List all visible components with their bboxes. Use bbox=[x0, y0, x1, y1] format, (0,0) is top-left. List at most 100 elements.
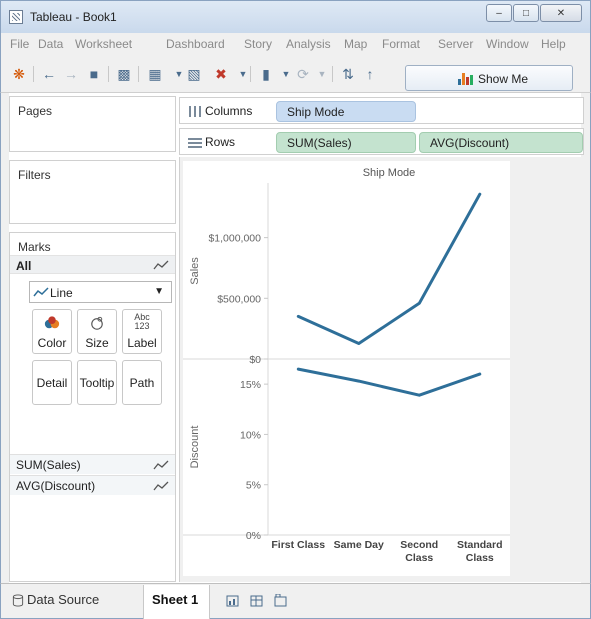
new-story-icon[interactable] bbox=[274, 594, 288, 607]
toolbar-separator bbox=[332, 66, 333, 82]
label-abc-icon: Abc 123 bbox=[134, 312, 150, 331]
menu-window[interactable]: Window bbox=[486, 37, 529, 51]
detail-label: Detail bbox=[36, 376, 68, 390]
size-mark-button[interactable]: Size bbox=[77, 309, 117, 354]
columns-shelf[interactable]: Columns Ship Mode bbox=[179, 97, 584, 124]
axis-tick-label: 10% bbox=[240, 429, 261, 441]
minimize-button[interactable]: – bbox=[486, 4, 512, 22]
menu-server[interactable]: Server bbox=[438, 37, 473, 51]
title-bar: Tableau - Book1 – □ ✕ bbox=[0, 0, 591, 33]
pages-shelf[interactable]: Pages bbox=[9, 96, 176, 152]
tooltip-label: Tooltip bbox=[79, 376, 115, 390]
marks-all-row[interactable]: All bbox=[10, 255, 175, 274]
path-label: Path bbox=[129, 376, 155, 390]
toolbar-separator bbox=[33, 66, 34, 82]
columns-pill-ship-mode[interactable]: Ship Mode bbox=[276, 101, 416, 122]
menu-map[interactable]: Map bbox=[344, 37, 367, 51]
clear-sheet-icon[interactable]: ✖ bbox=[212, 65, 230, 83]
category-label: Class bbox=[466, 552, 494, 564]
marks-all-label: All bbox=[16, 259, 32, 273]
path-mark-button[interactable]: Path bbox=[122, 360, 162, 405]
window-title: Tableau - Book1 bbox=[30, 10, 117, 24]
new-worksheet-icon[interactable]: ▦ bbox=[146, 65, 164, 83]
line-mark-icon bbox=[153, 460, 169, 470]
line-mark-icon bbox=[153, 260, 169, 270]
line-mark-icon bbox=[153, 481, 169, 491]
show-me-label: Show Me bbox=[478, 72, 529, 86]
rows-shelf[interactable]: Rows SUM(Sales) AVG(Discount) bbox=[179, 128, 584, 155]
new-worksheet-icon[interactable] bbox=[226, 594, 240, 607]
menu-help[interactable]: Help bbox=[541, 37, 566, 51]
color-mark-button[interactable]: Color bbox=[32, 309, 72, 354]
column-header-ship-mode: Ship Mode bbox=[363, 167, 416, 179]
rows-pill-sum-sales[interactable]: SUM(Sales) bbox=[276, 132, 416, 153]
axis-tick-label: $0 bbox=[249, 354, 261, 366]
menu-format[interactable]: Format bbox=[382, 37, 420, 51]
menu-worksheet[interactable]: Worksheet bbox=[75, 37, 132, 51]
category-label: First Class bbox=[271, 539, 325, 551]
marks-field-avg-discount[interactable]: AVG(Discount) bbox=[10, 475, 175, 495]
line-chart[interactable]: Ship Mode $0 $500,000 $1,000,000 Sales 0% 5% 10… bbox=[183, 161, 510, 576]
columns-icon bbox=[189, 106, 201, 117]
pause-updates-icon[interactable]: ▮ bbox=[257, 65, 275, 83]
toolbar-separator bbox=[138, 66, 139, 82]
tableau-app-icon bbox=[9, 10, 23, 24]
rows-label: Rows bbox=[205, 135, 236, 149]
axis-tick-label: 0% bbox=[246, 530, 261, 542]
axis-title-sales: Sales bbox=[189, 257, 201, 285]
line-mark-icon bbox=[33, 287, 49, 297]
detail-mark-button[interactable]: Detail bbox=[32, 360, 72, 405]
toolbar-separator bbox=[108, 66, 109, 82]
category-label: Same Day bbox=[334, 539, 384, 551]
dropdown-caret-icon[interactable]: ▼ bbox=[313, 65, 331, 83]
axis-tick-label: $500,000 bbox=[217, 293, 261, 305]
window-controls: – □ ✕ bbox=[485, 4, 582, 22]
menu-dashboard[interactable]: Dashboard bbox=[166, 37, 225, 51]
sort-ascending-icon[interactable]: ↑ bbox=[361, 65, 379, 83]
show-me-button[interactable]: Show Me bbox=[405, 65, 573, 91]
marks-field-sum-sales[interactable]: SUM(Sales) bbox=[10, 454, 175, 474]
tab-sheet-1[interactable]: Sheet 1 bbox=[152, 592, 198, 607]
menu-analysis[interactable]: Analysis bbox=[286, 37, 331, 51]
refresh-icon[interactable]: ⟳ bbox=[294, 65, 312, 83]
category-label: Standard bbox=[457, 539, 503, 551]
viz-canvas[interactable]: Ship Mode $0 $500,000 $1,000,000 Sales 0% 5% 10… bbox=[183, 161, 510, 576]
color-label: Color bbox=[37, 336, 67, 350]
marks-field-label: AVG(Discount) bbox=[16, 479, 96, 493]
size-icon bbox=[91, 316, 103, 330]
bar-chart-icon bbox=[458, 73, 473, 85]
swap-rows-columns-icon[interactable]: ⇅ bbox=[339, 65, 357, 83]
menu-bar: File Data Worksheet Dashboard Story Anal… bbox=[0, 33, 591, 54]
maximize-button[interactable]: □ bbox=[513, 4, 539, 22]
duplicate-sheet-icon[interactable]: ▧ bbox=[185, 65, 203, 83]
menu-story[interactable]: Story bbox=[244, 37, 272, 51]
axis-tick-label: $1,000,000 bbox=[208, 233, 261, 245]
filters-title: Filters bbox=[18, 168, 51, 182]
size-label: Size bbox=[85, 336, 109, 350]
back-arrow-icon[interactable]: ← bbox=[40, 65, 58, 83]
tooltip-mark-button[interactable]: Tooltip bbox=[77, 360, 117, 405]
category-label: Second bbox=[400, 539, 438, 551]
series-line-sum-sales bbox=[296, 192, 482, 345]
rows-icon bbox=[188, 138, 202, 148]
forward-arrow-icon[interactable]: → bbox=[62, 65, 80, 83]
rows-pill-avg-discount[interactable]: AVG(Discount) bbox=[419, 132, 583, 153]
pages-title: Pages bbox=[18, 104, 53, 118]
label-mark-button[interactable]: Abc 123 Label bbox=[122, 309, 162, 354]
new-dashboard-icon[interactable] bbox=[250, 594, 264, 607]
axis-tick-label: 5% bbox=[246, 480, 261, 492]
close-button[interactable]: ✕ bbox=[540, 4, 582, 22]
menu-data[interactable]: Data bbox=[38, 37, 63, 51]
filters-shelf[interactable]: Filters bbox=[9, 160, 176, 224]
save-icon[interactable]: ■ bbox=[85, 65, 103, 83]
tableau-logo-icon[interactable]: ❋ bbox=[10, 65, 28, 83]
tab-data-source[interactable]: Data Source bbox=[27, 592, 99, 607]
new-data-source-icon[interactable]: ▩ bbox=[115, 65, 133, 83]
marks-card: Marks All Line ▼ Color Size Abc 123 Labe… bbox=[9, 232, 176, 582]
color-icon bbox=[44, 316, 60, 329]
menu-file[interactable]: File bbox=[10, 37, 29, 51]
marks-field-label: SUM(Sales) bbox=[16, 458, 81, 472]
label-label: Label bbox=[127, 336, 157, 350]
dropdown-caret-icon[interactable]: ▼ bbox=[277, 65, 295, 83]
mark-type-dropdown[interactable]: Line ▼ bbox=[29, 281, 172, 303]
